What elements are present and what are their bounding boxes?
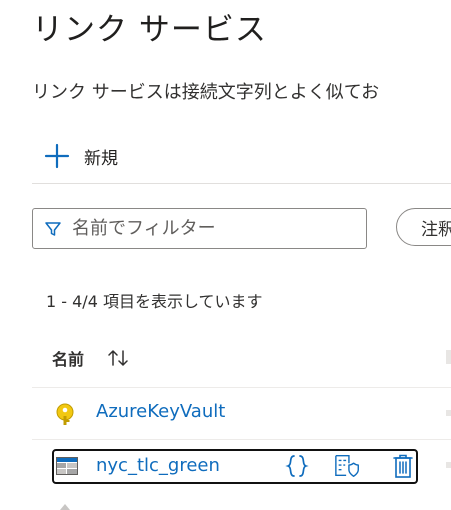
linked-services-page: リンク サービス リンク サービスは接続文字列とよく似てお 新規 注釈 1 - … xyxy=(0,0,451,510)
column-header-name[interactable]: 名前 xyxy=(52,345,130,371)
item-count: 1 - 4/4 項目を表示しています xyxy=(46,292,263,311)
annotation-filter-pill[interactable]: 注釈 xyxy=(396,208,451,246)
sort-icon[interactable] xyxy=(106,348,130,368)
column-header-label: 名前 xyxy=(52,350,85,369)
filter-input[interactable] xyxy=(72,218,342,239)
page-title: リンク サービス xyxy=(32,12,267,48)
plus-icon xyxy=(44,143,70,169)
properties-shield-icon[interactable] xyxy=(334,452,362,480)
toolbar: 新規 xyxy=(32,136,451,176)
code-icon[interactable] xyxy=(283,452,311,480)
storage-table-icon xyxy=(56,457,78,479)
row-edge-mark xyxy=(446,462,451,468)
toolbar-divider xyxy=(32,183,451,184)
table-row[interactable]: AzureKeyVault xyxy=(32,389,451,439)
next-row-icon-partial xyxy=(60,504,70,510)
header-divider xyxy=(32,387,451,388)
filter-box[interactable] xyxy=(32,208,367,249)
key-vault-icon xyxy=(54,403,76,431)
new-button[interactable]: 新規 xyxy=(32,138,118,174)
next-column-header-edge xyxy=(446,350,451,364)
row-edge-mark xyxy=(446,410,451,416)
row-name-link[interactable]: AzureKeyVault xyxy=(96,401,225,422)
row-divider xyxy=(32,439,451,440)
new-button-label: 新規 xyxy=(84,148,118,169)
row-name-link[interactable]: nyc_tlc_green xyxy=(96,455,220,476)
page-description: リンク サービスは接続文字列とよく似てお xyxy=(32,82,380,103)
filter-icon xyxy=(45,221,61,236)
delete-icon[interactable] xyxy=(389,452,417,480)
